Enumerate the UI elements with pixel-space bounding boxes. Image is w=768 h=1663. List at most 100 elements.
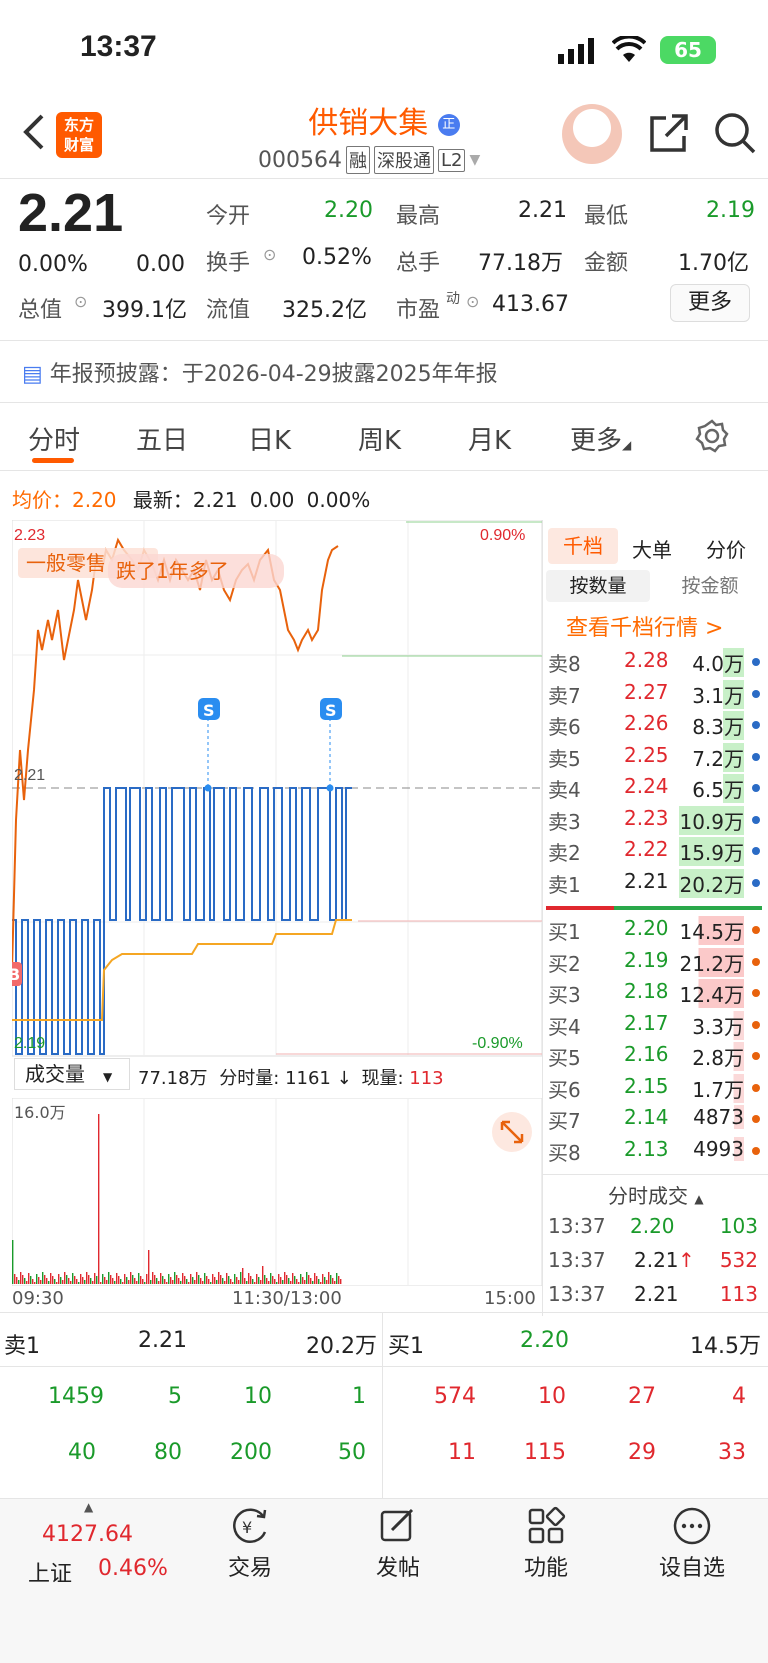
tab-five-day[interactable]: 五日 [136,420,188,457]
volume-bar [290,1281,292,1284]
tab-more[interactable]: 更多◢ [570,420,631,457]
info-icon[interactable]: ⊙ [466,292,479,311]
ask-level-label: 卖7 [548,683,581,708]
volume-bar [70,1281,72,1284]
ask-row[interactable]: 卖7 2.27 3.1万 [548,679,764,710]
ask-level-label: 卖3 [548,809,581,834]
y-min-label: 2.19 [14,1035,45,1052]
ask-row[interactable]: 卖6 2.26 8.3万 [548,711,764,741]
info-icon[interactable]: ⊙ [263,245,276,264]
index-name[interactable]: 上证 [28,1556,72,1588]
index-pct[interactable]: 0.46% [98,1556,168,1581]
queue-cell: 33 [718,1440,746,1465]
volume-bar [182,1273,184,1284]
volume-bar [106,1280,108,1284]
bid-row[interactable]: 买1 2.20 14.5万 [548,916,764,946]
volume-bar [172,1280,174,1284]
volume-bar [82,1277,84,1284]
info-icon[interactable]: ⊙ [74,292,87,311]
ask-row[interactable]: 卖2 2.22 15.9万 [548,837,764,867]
time-mid-label: 11:30/13:00 [232,1288,342,1309]
open-value: 2.20 [324,198,373,223]
tab-big-order[interactable]: 大单 [632,534,672,563]
volume-bar [114,1281,116,1284]
ask-row[interactable]: 卖8 2.28 4.0万 [548,648,764,678]
y-mid-label: 2.21 [14,767,45,784]
sub-tab-by-amount[interactable]: 按金额 [660,570,760,602]
sub-tab-by-quantity[interactable]: 按数量 [546,570,650,602]
volume-bar [58,1274,60,1284]
bid-row[interactable]: 买4 2.17 3.3万 [548,1010,764,1041]
ask-volume: 6.5万 [692,774,744,803]
ask-row[interactable]: 卖5 2.25 7.2万 [548,742,764,773]
ask-row[interactable]: 卖3 2.23 10.9万 [548,805,764,836]
tab-price-dist[interactable]: 分价 [706,534,746,563]
open-label: 今开 [206,204,251,229]
queue-cell: 1459 [48,1384,104,1409]
more-button[interactable]: 更多 [670,284,750,322]
annual-report-notice[interactable]: ▤ 年报预披露：于2026-04-29披露2025年年报 [22,356,498,388]
post-button[interactable]: 发帖 [358,1506,438,1582]
bid-dot-icon [752,1083,760,1092]
tab-daily-k[interactable]: 日K [248,420,291,457]
volume-bar [202,1281,204,1284]
bid-dot-icon [752,1052,760,1060]
share-icon[interactable] [646,112,690,156]
assistant-avatar[interactable] [562,104,622,164]
volume-bar [66,1275,68,1284]
volume-bar [86,1272,88,1284]
indicator-select[interactable]: 成交量 ▼ [14,1058,130,1090]
bid-row[interactable]: 买8 2.13 4993 [548,1136,764,1167]
ask-row[interactable]: 卖4 2.24 6.5万 [548,774,764,804]
volume-bar [160,1273,162,1284]
volume-bar [52,1276,54,1284]
bid-row[interactable]: 买2 2.19 21.2万 [548,947,764,978]
volume-bar [226,1273,228,1284]
volume-bar [188,1282,190,1284]
stock-code-row[interactable]: 000564 融 深股通 L2 ▼ [258,146,480,174]
bid-row[interactable]: 买3 2.18 12.4万 [548,979,764,1009]
turnover-label: 换手 [206,251,251,276]
document-icon: ▤ [22,362,43,387]
tab-weekly-k[interactable]: 周K [358,420,401,457]
tab-level1000[interactable]: 千档 [548,528,618,564]
trades-title[interactable]: 分时成交 ▲ [608,1180,704,1209]
volume-bar [258,1277,260,1284]
tab-monthly-k[interactable]: 月K [468,420,511,457]
volume-bar [308,1275,310,1284]
settings-gear-icon[interactable] [694,418,730,454]
bid-row[interactable]: 买6 2.15 1.7万 [548,1073,764,1104]
view-level1000-link[interactable]: 查看千档行情 > [566,610,723,642]
volume-bar [264,1275,266,1284]
function-button[interactable]: 功能 [506,1506,586,1582]
collapse-icon[interactable]: ▲ [84,1500,93,1514]
pe-label: 市盈 [396,298,441,323]
volume-bar [198,1275,200,1284]
ask-price: 2.25 [624,742,669,767]
svg-text:B: B [12,965,20,984]
volume-bar [206,1276,208,1284]
trade-row: 13:37 2.21 ↑ 532 [548,1248,758,1272]
volume-bar [24,1278,26,1284]
index-value[interactable]: 4127.64 [42,1522,133,1547]
bid-price: 2.18 [624,979,669,1003]
tab-intraday[interactable]: 分时 [28,420,80,457]
queue-sell-vol: 20.2万 [306,1334,377,1359]
bid-level-label: 买1 [548,920,581,944]
volume-bar [144,1282,146,1284]
intraday-price-chart[interactable]: 2.23 2.21 2.19 0.90% -0.90% 一般零售 跌了1年多了 … [12,520,542,1060]
volume-chart[interactable]: 16.0万 [12,1098,542,1286]
volume-bar [152,1272,154,1284]
trade-button[interactable]: ¥ 交易 [210,1506,290,1582]
search-icon[interactable] [712,110,758,156]
bid-row[interactable]: 买5 2.16 2.8万 [548,1042,764,1072]
add-watchlist-button[interactable]: 设自选 [652,1506,732,1582]
vol-y-max-label: 16.0万 [14,1103,66,1122]
queue-cell: 80 [154,1440,182,1465]
sector-tag-text: 一般零售 [26,551,106,575]
volume-bar [236,1277,238,1284]
volume-bar [272,1276,274,1284]
ask-row[interactable]: 卖1 2.21 20.2万 [548,868,764,899]
pct-top-label: 0.90% [480,527,525,544]
bid-row[interactable]: 买7 2.14 4873 [548,1105,764,1135]
